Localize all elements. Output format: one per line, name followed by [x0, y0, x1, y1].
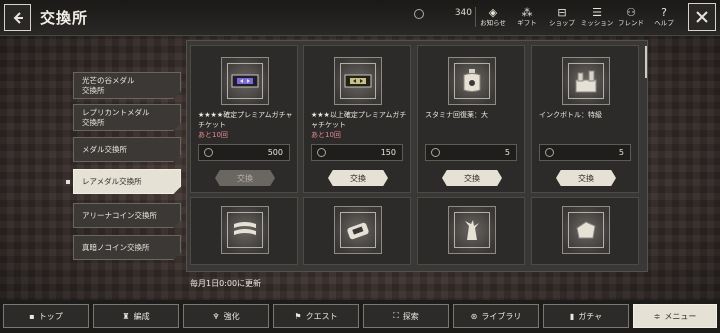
gem-icon — [545, 148, 554, 157]
gem-icon — [317, 148, 326, 157]
exchange-button[interactable]: 交換 — [556, 170, 616, 186]
material-icon — [576, 221, 596, 239]
sidebar-item-hikari-medal[interactable]: 光芒の谷メダル 交換所 — [73, 72, 181, 99]
explore-icon: ⛶ — [393, 311, 399, 320]
material-icon — [465, 220, 479, 240]
footer-menu-button[interactable]: ≑ メニュー — [633, 304, 717, 328]
exchange-item-card[interactable] — [531, 197, 639, 265]
ticket-icon — [231, 74, 259, 88]
item-price: 5 — [425, 144, 517, 161]
footer-gacha-button[interactable]: ▮ ガチャ — [543, 304, 629, 328]
header-bar: 交換所 340 ◈ お知らせ ⁂ ギフト ⊟ ショップ ☰ ミッション ⚇ フレ… — [0, 0, 720, 36]
nav-gift[interactable]: ⁂ ギフト — [510, 6, 544, 32]
exchange-item-card[interactable] — [417, 197, 525, 265]
gem-icon — [204, 148, 213, 157]
footer-explore-button[interactable]: ⛶ 探索 — [363, 304, 449, 328]
footer-quest-button[interactable]: ⚑ クエスト — [273, 304, 359, 328]
exchange-item-card[interactable]: ★★★以上確定プレミアムガチャチケット あと10回 150 交換 — [303, 45, 411, 193]
sidebar-item-rare-medal[interactable]: レアメダル交換所 — [73, 169, 181, 194]
gem-icon — [431, 148, 440, 157]
ticket-icon — [344, 74, 372, 88]
exchange-button[interactable]: 交換 — [215, 170, 275, 186]
nav-friend[interactable]: ⚇ フレンド — [614, 6, 648, 32]
back-button[interactable] — [4, 4, 31, 31]
news-icon: ◈ — [488, 6, 498, 19]
home-icon: ▪ — [29, 311, 35, 321]
currency-value: 340 — [454, 8, 472, 18]
gem-icon — [414, 9, 424, 19]
item-name: ★★★以上確定プレミアムガチャチケット — [311, 111, 407, 129]
currency-display: 340 — [408, 8, 472, 22]
item-limit: あと10回 — [198, 131, 228, 139]
footer-nav: ▪ トップ ♜ 編成 ♆ 強化 ⚑ クエスト ⛶ 探索 ⊛ ライブラリ ▮ ガチ… — [0, 300, 720, 333]
exchange-button[interactable]: 交換 — [328, 170, 388, 186]
exchange-item-card[interactable]: ★★★★確定プレミアムガチャチケット あと10回 500 交換 — [190, 45, 298, 193]
footer-library-button[interactable]: ⊛ ライブラリ — [453, 304, 539, 328]
close-icon — [696, 11, 708, 23]
library-icon: ⊛ — [470, 311, 478, 321]
menu-icon: ≑ — [653, 311, 661, 321]
item-limit: あと10回 — [311, 131, 341, 139]
nav-news[interactable]: ◈ お知らせ — [476, 6, 510, 32]
refresh-note: 毎月1日0:00に更新 — [190, 279, 262, 288]
footer-top-button[interactable]: ▪ トップ — [3, 304, 89, 328]
friend-icon: ⚇ — [626, 6, 636, 19]
sidebar-item-shin-coin[interactable]: 真暗ノコイン交換所 — [73, 235, 181, 260]
mission-icon: ☰ — [592, 6, 602, 19]
ink-bottle-icon — [575, 70, 597, 93]
footer-edit-button[interactable]: ♜ 編成 — [93, 304, 179, 328]
quest-icon: ⚑ — [294, 311, 302, 321]
enhance-icon: ♆ — [212, 311, 220, 321]
item-price: 150 — [311, 144, 403, 161]
scrollbar[interactable] — [645, 46, 647, 78]
sidebar-item-replicant-medal[interactable]: レプリカントメダル 交換所 — [73, 104, 181, 131]
party-icon: ♜ — [122, 311, 130, 321]
exchange-button[interactable]: 交換 — [442, 170, 502, 186]
item-price: 5 — [539, 144, 631, 161]
help-icon: ? — [661, 6, 667, 19]
gacha-icon: ▮ — [569, 311, 575, 321]
nav-help[interactable]: ? ヘルプ — [647, 6, 681, 32]
item-name: スタミナ回復薬：大 — [425, 111, 488, 119]
sidebar-item-medal[interactable]: メダル交換所 — [73, 137, 181, 162]
exchange-item-card[interactable]: インクボトル：特級 5 交換 — [531, 45, 639, 193]
close-button[interactable] — [688, 3, 716, 31]
exchange-item-card[interactable] — [303, 197, 411, 265]
shop-icon: ⊟ — [557, 6, 567, 19]
footer-enhance-button[interactable]: ♆ 強化 — [183, 304, 269, 328]
nav-shop[interactable]: ⊟ ショップ — [545, 6, 579, 32]
page-title: 交換所 — [40, 9, 89, 27]
sidebar-item-arena-coin[interactable]: アリーナコイン交換所 — [73, 203, 181, 228]
nav-mission[interactable]: ☰ ミッション — [580, 6, 614, 32]
gift-icon: ⁂ — [521, 6, 533, 19]
item-name: インクボトル：特級 — [539, 111, 602, 119]
item-price: 500 — [198, 144, 290, 161]
item-name: ★★★★確定プレミアムガチャチケット — [198, 111, 293, 129]
material-icon — [234, 222, 256, 235]
potion-icon — [463, 69, 481, 92]
arrow-left-icon — [13, 11, 23, 24]
active-indicator — [66, 180, 70, 184]
material-icon — [347, 222, 369, 240]
exchange-item-card[interactable]: スタミナ回復薬：大 5 交換 — [417, 45, 525, 193]
exchange-item-card[interactable] — [190, 197, 298, 265]
